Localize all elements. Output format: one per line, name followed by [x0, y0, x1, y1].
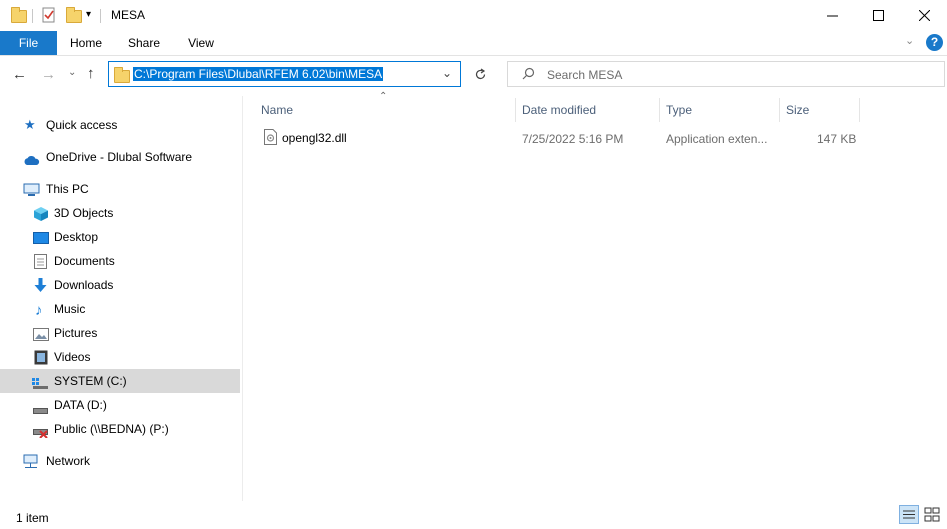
- nav-label: OneDrive - Dlubal Software: [46, 150, 193, 164]
- desktop-icon: [33, 230, 49, 244]
- item-count: 1 item: [16, 511, 49, 525]
- column-divider[interactable]: [779, 98, 780, 122]
- column-name[interactable]: Name: [261, 103, 293, 117]
- nav-public-p[interactable]: Public (\\BEDNA) (P:): [0, 418, 240, 440]
- drive-icon: [33, 400, 49, 414]
- file-name: opengl32.dll: [282, 131, 347, 145]
- large-icons-view-button[interactable]: [922, 505, 942, 524]
- nav-downloads[interactable]: Downloads: [0, 274, 240, 296]
- search-placeholder: Search MESA: [547, 68, 623, 82]
- cloud-icon: [23, 151, 40, 165]
- tab-view[interactable]: View: [177, 31, 225, 55]
- nav-data-d[interactable]: DATA (D:): [0, 394, 240, 416]
- nav-music[interactable]: ♪ Music: [0, 298, 240, 320]
- nav-label: Downloads: [54, 278, 114, 292]
- column-date-modified[interactable]: Date modified: [522, 103, 596, 117]
- nav-documents[interactable]: Documents: [0, 250, 240, 272]
- file-size: 147 KB: [817, 132, 857, 146]
- status-bar: 1 item: [0, 501, 947, 529]
- column-divider[interactable]: [859, 98, 860, 122]
- forward-arrow-icon[interactable]: →: [41, 66, 56, 83]
- document-icon: [34, 254, 50, 269]
- nav-network[interactable]: Network: [0, 450, 240, 472]
- divider: [100, 9, 101, 23]
- close-button[interactable]: [901, 0, 947, 31]
- title-bar: ▾ MESA: [0, 0, 947, 31]
- computer-icon: [23, 182, 40, 196]
- nav-quick-access[interactable]: ★ Quick access: [0, 114, 240, 136]
- folder-icon: [114, 67, 130, 83]
- nav-this-pc[interactable]: This PC: [0, 178, 240, 200]
- nav-label: Music: [54, 302, 86, 316]
- nav-label: Public (\\BEDNA) (P:): [54, 422, 169, 436]
- search-input[interactable]: Search MESA: [507, 61, 945, 87]
- nav-label: DATA (D:): [54, 398, 107, 412]
- cube-icon: [33, 206, 49, 221]
- dll-file-icon: [264, 129, 277, 148]
- ribbon-tabs: File Home Share View ⌄ ?: [0, 31, 947, 56]
- film-icon: [34, 350, 50, 365]
- customize-toolbar-icon[interactable]: ▾: [86, 9, 91, 20]
- file-date-modified: 7/25/2022 5:16 PM: [522, 132, 624, 146]
- back-arrow-icon[interactable]: ←: [12, 66, 27, 83]
- nav-onedrive[interactable]: OneDrive - Dlubal Software: [0, 146, 240, 168]
- folder-icon: [11, 7, 27, 23]
- search-icon: [522, 67, 535, 83]
- sort-ascending-icon: ⌃: [379, 91, 388, 102]
- column-divider[interactable]: [515, 98, 516, 122]
- new-folder-icon[interactable]: [66, 7, 82, 23]
- column-type[interactable]: Type: [666, 103, 692, 117]
- nav-pictures[interactable]: Pictures: [0, 322, 240, 344]
- window-title: MESA: [111, 8, 146, 22]
- nav-videos[interactable]: Videos: [0, 346, 240, 368]
- tab-file[interactable]: File: [0, 31, 57, 55]
- column-divider[interactable]: [659, 98, 660, 122]
- windows-drive-icon: [32, 374, 48, 389]
- navigation-pane: ★ Quick access OneDrive - Dlubal Softwar…: [0, 96, 243, 501]
- help-icon[interactable]: ?: [926, 34, 943, 51]
- recent-locations-icon[interactable]: ⌄: [68, 67, 76, 78]
- tab-home[interactable]: Home: [62, 31, 110, 55]
- nav-label: Videos: [54, 350, 91, 364]
- nav-label: 3D Objects: [54, 206, 114, 220]
- divider: [32, 9, 33, 23]
- nav-label: SYSTEM (C:): [54, 374, 127, 388]
- address-path[interactable]: C:\Program Files\Dlubal\RFEM 6.02\bin\ME…: [133, 67, 384, 81]
- music-note-icon: ♪: [35, 302, 43, 319]
- maximize-button[interactable]: [855, 0, 901, 31]
- tab-share[interactable]: Share: [120, 31, 168, 55]
- network-icon: [23, 454, 39, 468]
- properties-icon[interactable]: [42, 7, 56, 23]
- up-arrow-icon[interactable]: ↑: [87, 65, 95, 82]
- nav-3d-objects[interactable]: 3D Objects: [0, 202, 240, 224]
- star-icon: ★: [24, 117, 36, 132]
- nav-label: Quick access: [46, 118, 118, 132]
- nav-label: Pictures: [54, 326, 98, 340]
- refresh-button[interactable]: [467, 61, 493, 87]
- nav-label: Network: [46, 454, 91, 468]
- chevron-down-icon[interactable]: ⌄: [442, 66, 452, 80]
- column-size[interactable]: Size: [786, 103, 809, 117]
- nav-label: This PC: [46, 182, 89, 196]
- disconnected-drive-icon: [33, 423, 49, 439]
- expand-ribbon-icon[interactable]: ⌄: [905, 34, 914, 47]
- picture-icon: [33, 326, 49, 341]
- address-bar[interactable]: C:\Program Files\Dlubal\RFEM 6.02\bin\ME…: [108, 61, 461, 87]
- details-view-button[interactable]: [899, 505, 919, 524]
- minimize-button[interactable]: [809, 0, 855, 31]
- download-arrow-icon: [33, 278, 49, 292]
- nav-label: Documents: [54, 254, 115, 268]
- nav-label: Desktop: [54, 230, 99, 244]
- nav-system-c[interactable]: SYSTEM (C:): [0, 369, 240, 393]
- file-type: Application exten...: [666, 132, 768, 146]
- nav-desktop[interactable]: Desktop: [0, 226, 240, 248]
